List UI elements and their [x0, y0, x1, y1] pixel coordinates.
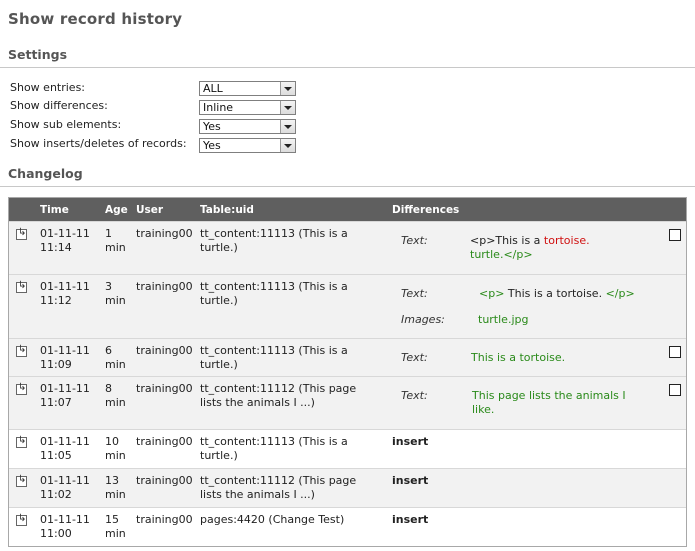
diff-value: This is a tortoise.	[471, 351, 566, 364]
select-value: ALL	[203, 82, 223, 95]
age-cell: 8 min	[105, 382, 126, 409]
time-cell: 01-11-11 11:12	[40, 280, 90, 307]
user-cell: training00	[136, 227, 193, 240]
table-uid-cell: tt_content:11113 (This is a turtle.)	[200, 435, 348, 462]
table-uid-cell: pages:4420 (Change Test)	[200, 513, 345, 526]
show-sub-elements-select[interactable]: Yes	[199, 119, 296, 134]
table-row: 01-11-1111:12 3min training00 tt_content…	[9, 274, 686, 338]
expand-icon[interactable]	[16, 227, 27, 240]
changelog-table: Time Age User Table:uid Differences 01-1…	[8, 197, 687, 547]
user-cell: training00	[136, 513, 193, 526]
time-cell: 01-11-11 11:00	[40, 513, 90, 540]
expand-icon[interactable]	[16, 280, 27, 293]
age-cell: 10 min	[105, 435, 126, 462]
col-table-uid: Table:uid	[200, 204, 254, 216]
table-row: 01-11-1111:05 10min training00 tt_conten…	[9, 429, 686, 468]
select-checkbox[interactable]	[669, 229, 681, 241]
select-checkbox[interactable]	[669, 346, 681, 358]
changelog-divider	[0, 186, 695, 187]
expand-icon[interactable]	[16, 513, 27, 526]
table-uid-cell: tt_content:11113 (This is a turtle.)	[200, 227, 348, 254]
diff-value: This page lists the animals Ilike.	[472, 389, 626, 416]
user-cell: training00	[136, 435, 193, 448]
expand-icon[interactable]	[16, 435, 27, 448]
action-label: insert	[392, 474, 429, 487]
table-header: Time Age User Table:uid Differences	[9, 198, 686, 221]
show-entries-select[interactable]: ALL	[199, 81, 296, 96]
time-cell: 01-11-11 11:02	[40, 474, 90, 501]
table-row: 01-11-1111:09 6min training00 tt_content…	[9, 338, 686, 376]
time-cell: 01-11-11 11:07	[40, 382, 90, 409]
col-age: Age	[105, 204, 128, 216]
diff-value: <p>This is a tortoise. turtle.</p>	[470, 234, 590, 261]
chevron-down-icon	[280, 120, 295, 133]
user-cell: training00	[136, 382, 193, 395]
diff-value: <p> This is a tortoise. </p>	[479, 287, 635, 300]
expand-icon[interactable]	[16, 344, 27, 357]
setting-label-inserts-deletes: Show inserts/deletes of records:	[10, 137, 187, 150]
age-cell: 15 min	[105, 513, 126, 540]
user-cell: training00	[136, 280, 193, 293]
diff-key: Text:	[401, 234, 428, 247]
table-row: 01-11-1111:14 1min training00 tt_content…	[9, 221, 686, 274]
table-row: 01-11-1111:07 8min training00 tt_content…	[9, 376, 686, 429]
time-cell: 01-11-11 11:14	[40, 227, 90, 254]
chevron-down-icon	[280, 139, 295, 152]
age-cell: 13 min	[105, 474, 126, 501]
action-label: insert	[392, 513, 429, 526]
age-cell: 3 min	[105, 280, 126, 307]
changelog-heading: Changelog	[8, 166, 83, 181]
user-cell: training00	[136, 474, 193, 487]
age-cell: 6 min	[105, 344, 126, 371]
select-value: Yes	[203, 120, 221, 133]
chevron-down-icon	[280, 82, 295, 95]
chevron-down-icon	[280, 101, 295, 114]
action-label: insert	[392, 435, 429, 448]
diff-key: Text:	[401, 351, 428, 364]
expand-icon[interactable]	[16, 382, 27, 395]
select-value: Inline	[203, 101, 234, 114]
table-uid-cell: tt_content:11112 (This page lists the ani…	[200, 474, 357, 501]
show-inserts-deletes-select[interactable]: Yes	[199, 138, 296, 153]
diff-key: Text:	[401, 389, 428, 402]
page-title: Show record history	[8, 10, 183, 28]
show-differences-select[interactable]: Inline	[199, 100, 296, 115]
time-cell: 01-11-11 11:09	[40, 344, 90, 371]
col-differences: Differences	[392, 204, 460, 216]
select-checkbox[interactable]	[669, 384, 681, 396]
age-cell: 1 min	[105, 227, 126, 254]
time-cell: 01-11-11 11:05	[40, 435, 90, 462]
table-uid-cell: tt_content:11113 (This is a turtle.)	[200, 280, 348, 307]
setting-label-sub-elements: Show sub elements:	[10, 118, 122, 131]
diff-value: turtle.jpg	[478, 313, 529, 326]
table-row: 01-11-1111:02 13min training00 tt_conten…	[9, 468, 686, 507]
settings-heading: Settings	[8, 47, 68, 62]
diff-key: Images:	[401, 313, 445, 326]
setting-label-differences: Show differences:	[10, 99, 108, 112]
settings-divider	[0, 67, 695, 68]
diff-key: Text:	[401, 287, 428, 300]
table-row: 01-11-1111:00 15min training00 pages:442…	[9, 507, 686, 546]
table-uid-cell: tt_content:11112 (This page lists the ani…	[200, 382, 357, 409]
table-uid-cell: tt_content:11113 (This is a turtle.)	[200, 344, 348, 371]
setting-label-entries: Show entries:	[10, 81, 86, 94]
col-user: User	[136, 204, 164, 216]
col-time: Time	[40, 204, 69, 216]
expand-icon[interactable]	[16, 474, 27, 487]
select-value: Yes	[203, 139, 221, 152]
user-cell: training00	[136, 344, 193, 357]
